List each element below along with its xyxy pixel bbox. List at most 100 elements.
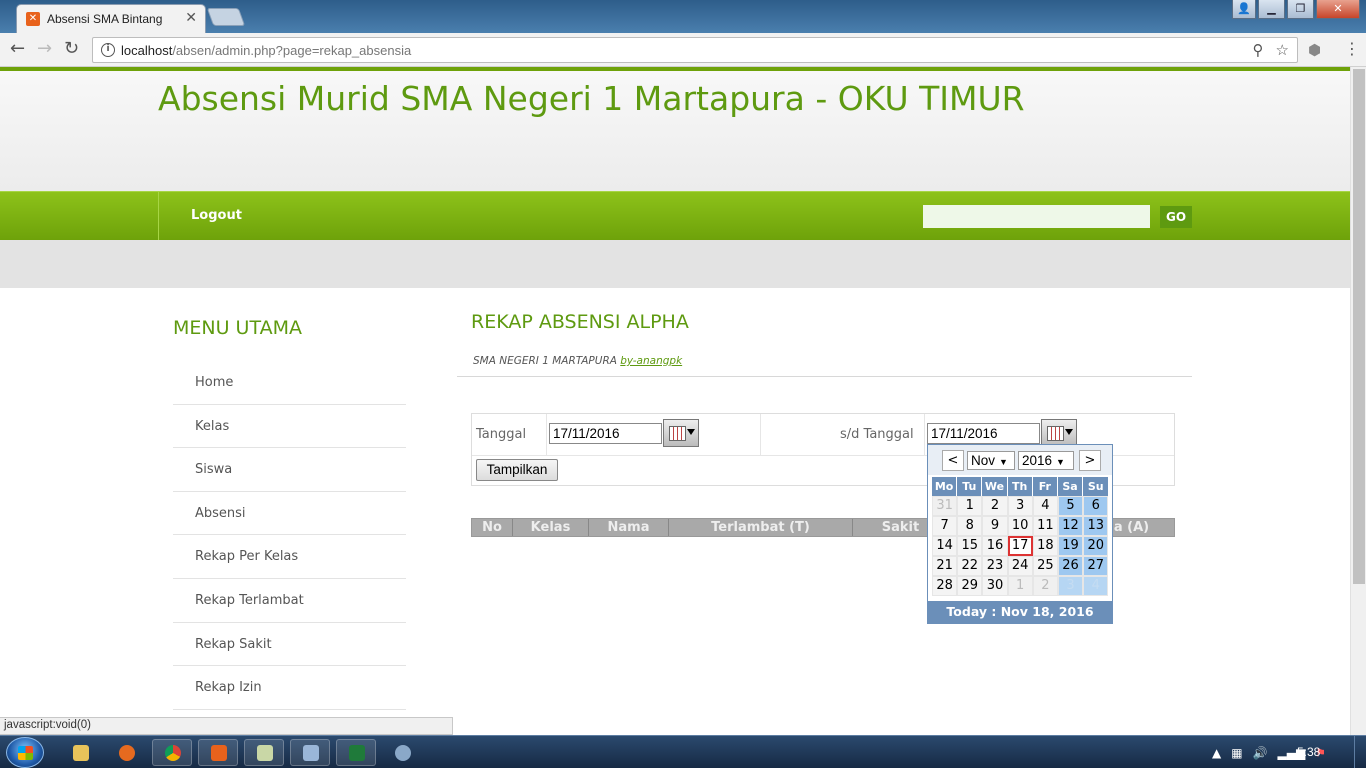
calendar-day[interactable]: 14 bbox=[932, 536, 958, 556]
minimize-button[interactable]: ▁ bbox=[1258, 0, 1285, 19]
network-icon[interactable]: ▦ bbox=[1231, 746, 1242, 760]
calendar-day-selected[interactable]: 17 bbox=[1007, 536, 1033, 556]
taskbar-firefox[interactable] bbox=[106, 739, 146, 766]
calendar-day[interactable]: 5 bbox=[1057, 496, 1084, 516]
calendar-day[interactable]: 12 bbox=[1057, 516, 1084, 536]
maximize-button[interactable]: ❐ bbox=[1287, 0, 1314, 19]
reload-icon[interactable]: ↻ bbox=[64, 38, 79, 59]
show-desktop-button[interactable] bbox=[1354, 736, 1366, 768]
calendar-day[interactable]: 3 bbox=[1057, 576, 1084, 596]
taskbar-xampp[interactable] bbox=[198, 739, 238, 766]
search-input[interactable] bbox=[923, 205, 1150, 228]
calendar-day[interactable]: 9 bbox=[982, 516, 1008, 536]
calendar-day[interactable]: 20 bbox=[1083, 536, 1109, 556]
taskbar-chrome[interactable] bbox=[152, 739, 192, 766]
new-tab-button[interactable] bbox=[206, 8, 246, 26]
sidebar-item-kelas[interactable]: Kelas bbox=[173, 405, 406, 449]
tab-close-icon[interactable]: ✕ bbox=[185, 10, 197, 26]
calendar-day[interactable]: 2 bbox=[1032, 576, 1058, 596]
calendar-day[interactable]: 10 bbox=[1007, 516, 1033, 536]
to-date-input[interactable] bbox=[927, 423, 1040, 444]
show-hidden-icons[interactable]: ▲ bbox=[1212, 746, 1221, 760]
sidebar-item-rekap-sakit[interactable]: Rekap Sakit bbox=[173, 623, 406, 667]
zoom-icon[interactable]: ⚲ bbox=[1253, 41, 1264, 59]
window-controls: 👤 ▁ ❐ ✕ bbox=[1232, 0, 1360, 20]
calendar-day[interactable]: 23 bbox=[982, 556, 1008, 576]
calendar-day[interactable]: 13 bbox=[1083, 516, 1109, 536]
calendar-day[interactable]: 25 bbox=[1032, 556, 1058, 576]
sidebar-item-absensi[interactable]: Absensi bbox=[173, 492, 406, 536]
calendar-day[interactable]: 8 bbox=[957, 516, 983, 536]
to-calendar-button[interactable] bbox=[1041, 419, 1077, 447]
calendar-day[interactable]: 31 bbox=[932, 496, 958, 516]
calendar-day[interactable]: 21 bbox=[932, 556, 958, 576]
from-date-input[interactable] bbox=[549, 423, 662, 444]
prev-month-button[interactable]: < bbox=[942, 450, 964, 471]
start-button[interactable] bbox=[6, 737, 44, 768]
calendar-day[interactable]: 16 bbox=[982, 536, 1008, 556]
address-bar[interactable]: i localhost/absen/admin.php?page=rekap_a… bbox=[92, 37, 1298, 63]
weekday-label: Mo bbox=[932, 477, 958, 496]
info-icon[interactable]: i bbox=[101, 43, 115, 57]
year-select[interactable]: 2016 ▼ bbox=[1018, 451, 1074, 470]
weekday-label: Th bbox=[1007, 477, 1033, 496]
sidebar-item-rekap-per-kelas[interactable]: Rekap Per Kelas bbox=[173, 535, 406, 579]
calendar-day[interactable]: 2 bbox=[982, 496, 1008, 516]
calendar-day[interactable]: 1 bbox=[1007, 576, 1033, 596]
author-link[interactable]: by-anangpk bbox=[620, 355, 682, 367]
calendar-day[interactable]: 4 bbox=[1083, 576, 1109, 596]
divider bbox=[457, 376, 1192, 377]
calendar-day[interactable]: 22 bbox=[957, 556, 983, 576]
tampilkan-button[interactable]: Tampilkan bbox=[476, 459, 558, 481]
weekday-label: We bbox=[982, 477, 1008, 496]
calendar-day[interactable]: 6 bbox=[1083, 496, 1109, 516]
weekday-label: Fr bbox=[1032, 477, 1058, 496]
url-text: localhost/absen/admin.php?page=rekap_abs… bbox=[121, 43, 412, 58]
scrollbar-thumb[interactable] bbox=[1353, 69, 1365, 584]
profile-icon[interactable]: 👤 bbox=[1232, 0, 1256, 19]
calendar-day[interactable]: 26 bbox=[1057, 556, 1084, 576]
next-month-button[interactable]: > bbox=[1079, 450, 1101, 471]
taskbar-clock[interactable]: 5:38 bbox=[1297, 745, 1320, 759]
go-button[interactable]: GO bbox=[1160, 206, 1192, 228]
calendar-day[interactable]: 18 bbox=[1032, 536, 1058, 556]
taskbar-excel[interactable] bbox=[336, 739, 376, 766]
calendar-day[interactable]: 28 bbox=[932, 576, 958, 596]
browser-tab[interactable]: ✕ Absensi SMA Bintang ✕ bbox=[16, 4, 206, 33]
bookmark-star-icon[interactable]: ☆ bbox=[1276, 41, 1289, 59]
sidebar-item-rekap-terlambat[interactable]: Rekap Terlambat bbox=[173, 579, 406, 623]
calendar-day[interactable]: 15 bbox=[957, 536, 983, 556]
calendar-day[interactable]: 24 bbox=[1007, 556, 1033, 576]
calendar-day[interactable]: 11 bbox=[1032, 516, 1058, 536]
calendar-today-button[interactable]: Today : Nov 18, 2016 bbox=[928, 601, 1112, 623]
calendar-day[interactable]: 30 bbox=[982, 576, 1008, 596]
app-icon bbox=[395, 745, 411, 761]
status-bar-url: javascript:void(0) bbox=[0, 717, 453, 735]
dropdown-arrow-icon: ▼ bbox=[1056, 457, 1065, 467]
calendar-day[interactable]: 1 bbox=[957, 496, 983, 516]
calendar-day[interactable]: 29 bbox=[957, 576, 983, 596]
extension-icon[interactable]: ⬢ bbox=[1308, 41, 1321, 59]
back-arrow-icon[interactable]: ← bbox=[10, 38, 25, 59]
calendar-day[interactable]: 3 bbox=[1007, 496, 1033, 516]
page-scrollbar[interactable] bbox=[1350, 67, 1366, 735]
taskbar-explorer[interactable] bbox=[60, 739, 100, 766]
calendar-day[interactable]: 27 bbox=[1083, 556, 1109, 576]
month-select[interactable]: Nov ▼ bbox=[967, 451, 1015, 470]
taskbar-notepad[interactable] bbox=[244, 739, 284, 766]
taskbar-app[interactable] bbox=[382, 739, 422, 766]
calendar-day[interactable]: 19 bbox=[1057, 536, 1084, 556]
sidebar-item-rekap-izin[interactable]: Rekap Izin bbox=[173, 666, 406, 710]
forward-arrow-icon[interactable]: → bbox=[37, 38, 52, 59]
sidebar-item-home[interactable]: Home bbox=[173, 361, 406, 405]
calendar-day[interactable]: 4 bbox=[1032, 496, 1058, 516]
logout-link[interactable]: Logout bbox=[191, 208, 242, 223]
browser-menu-icon[interactable]: ⋮ bbox=[1344, 39, 1360, 58]
from-calendar-button[interactable] bbox=[663, 419, 699, 447]
calendar-day[interactable]: 7 bbox=[932, 516, 958, 536]
volume-icon[interactable]: 🔊 bbox=[1253, 746, 1268, 760]
weekday-label: Tu bbox=[957, 477, 983, 496]
close-window-button[interactable]: ✕ bbox=[1316, 0, 1360, 19]
taskbar-editor[interactable] bbox=[290, 739, 330, 766]
sidebar-item-siswa[interactable]: Siswa bbox=[173, 448, 406, 492]
